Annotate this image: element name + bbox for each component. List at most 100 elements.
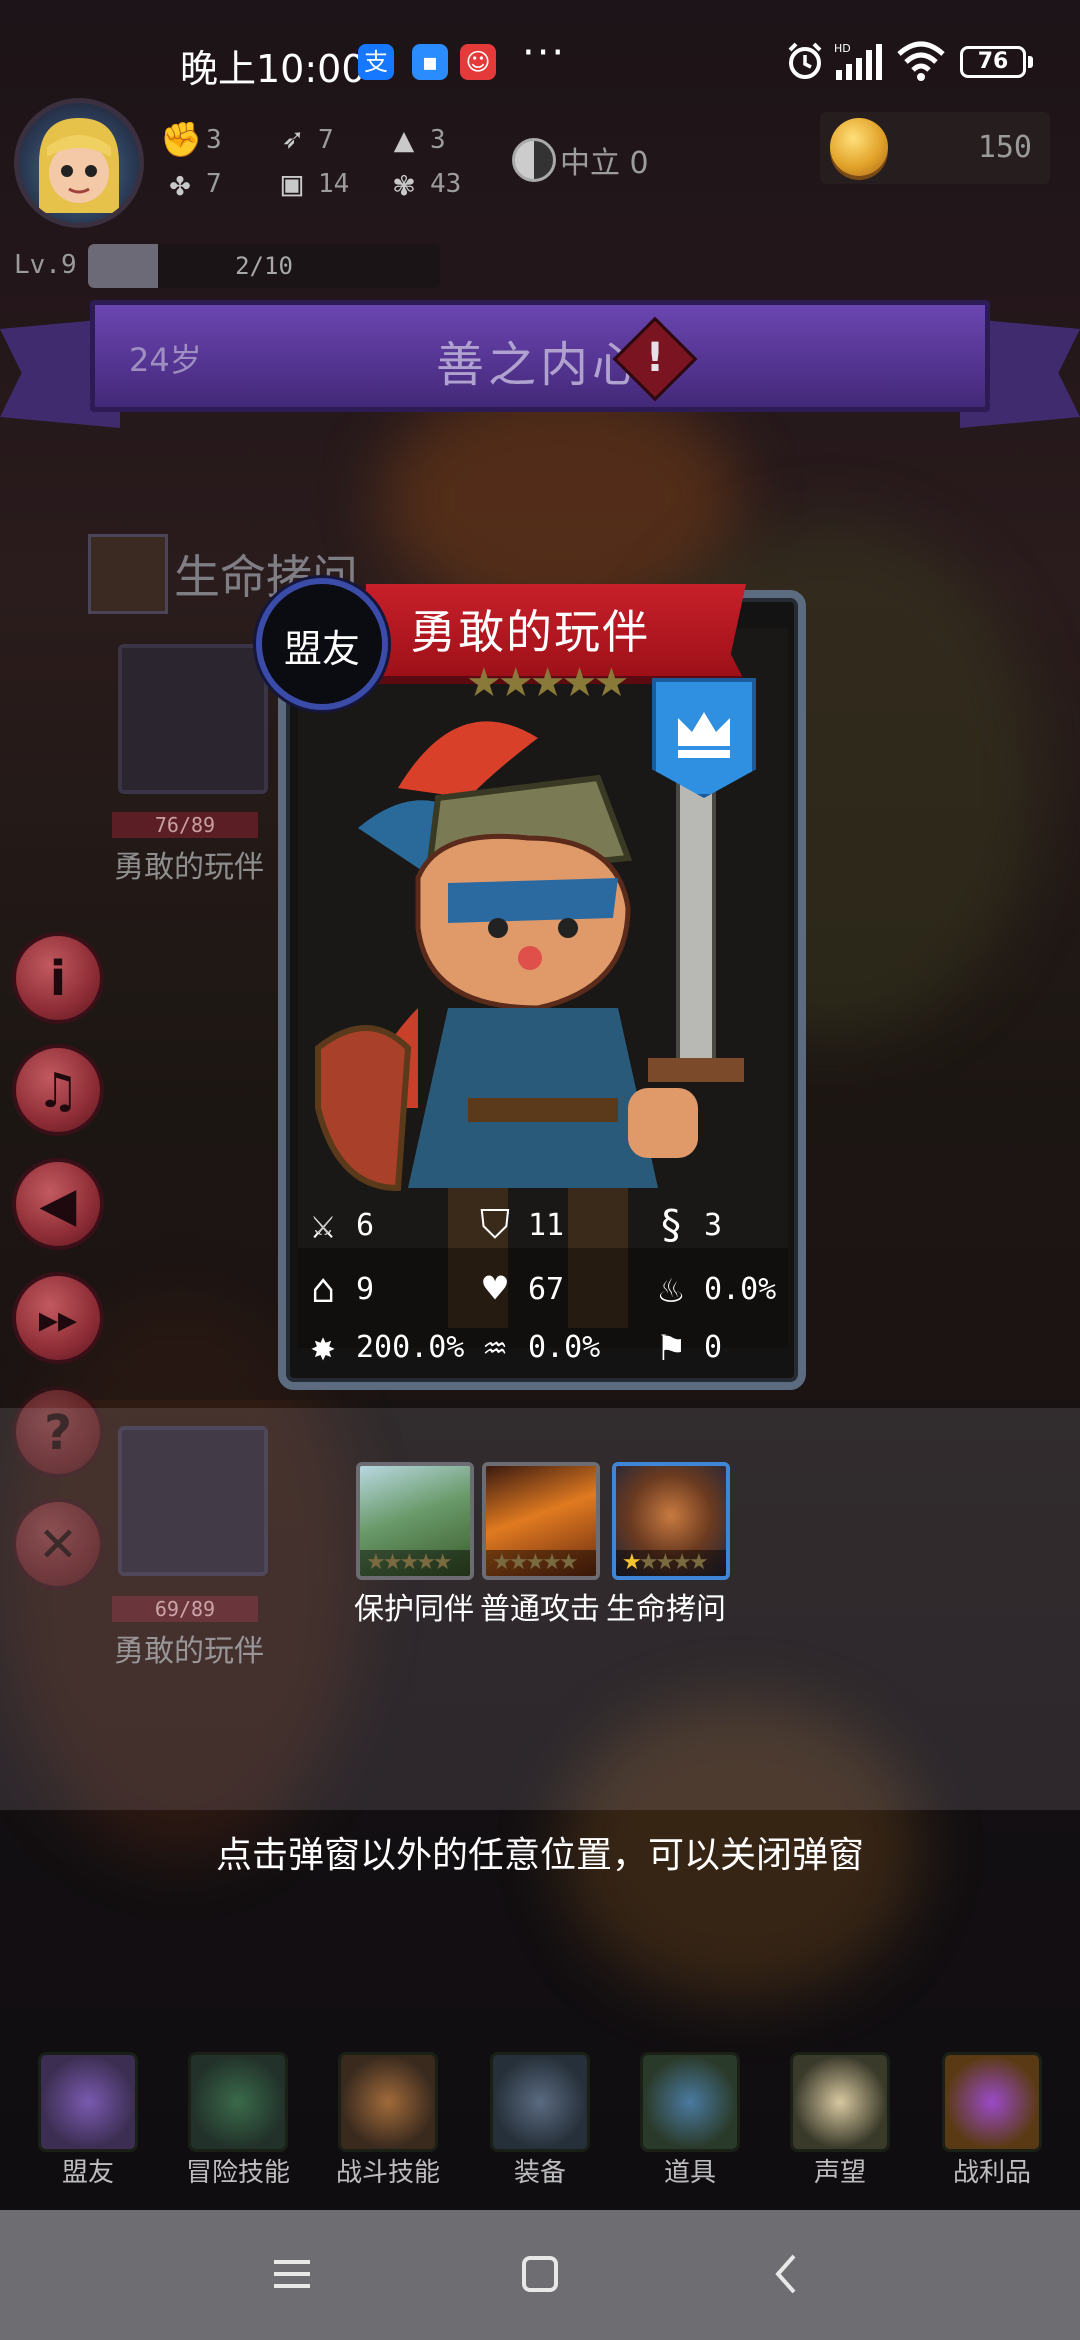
star-icon: ★ (688, 1550, 709, 1575)
card-stat-fire: ♨ 0.0% (646, 1264, 776, 1314)
card-stat-hp: ♥ 67 (470, 1264, 564, 1314)
card-type-label: 盟友 (283, 627, 360, 671)
stat-agility: ➶ 7 (272, 120, 334, 160)
event-banner[interactable]: 24岁 善之内心 ! (90, 300, 990, 412)
skill-life-interrogation[interactable]: ★★★★★ (612, 1462, 730, 1580)
hat-icon: ▲ (393, 120, 415, 160)
card-stat-crit: ✸ 200.0% (298, 1322, 464, 1372)
status-time: 晚上10:00 (180, 47, 366, 91)
svg-text:HD: HD (834, 42, 851, 55)
alignment-indicator: 中立 0 (512, 138, 649, 182)
skill-label: 普通攻击 (480, 1592, 600, 1627)
clover-icon: ✤ (169, 164, 191, 204)
info-button[interactable]: i (12, 932, 104, 1024)
stat-value: 200.0% (356, 1329, 465, 1365)
nav-label: 战利品 (952, 2158, 1031, 2188)
nav-adventure-skills[interactable]: 冒险技能 (178, 2040, 298, 2200)
stat-value: 11 (528, 1207, 565, 1243)
alipay-icon: 支 (358, 44, 394, 80)
stat-value: 7 (206, 169, 222, 199)
nav-battle-skills[interactable]: 战斗技能 (328, 2040, 448, 2200)
book-icon (188, 2052, 288, 2152)
nav-label: 装备 (513, 2158, 566, 2188)
shield-icon: ⛉ (480, 1202, 510, 1248)
whip-icon: § (658, 1202, 684, 1248)
backpack-icon (338, 2052, 438, 2152)
battery-level: 76 (977, 49, 1009, 74)
card-stat-attack: ⚔ 6 (298, 1200, 374, 1250)
alignment-value: 中立 0 (560, 146, 649, 181)
music-button[interactable]: ♫ (12, 1044, 104, 1136)
nav-equipment[interactable]: 装备 (480, 2040, 600, 2200)
stat-value: 9 (356, 1271, 375, 1307)
burst-icon: ✸ (310, 1324, 336, 1370)
stat-value: 43 (430, 169, 462, 199)
stat-value: 67 (528, 1271, 565, 1307)
info-icon: i (49, 951, 67, 1007)
home-icon[interactable] (510, 2244, 570, 2304)
coin-counter: 150 (820, 112, 1050, 184)
skill-normal-attack[interactable]: ★★★★★ (482, 1462, 600, 1580)
nav-label: 道具 (663, 2158, 716, 2188)
xp-bar: 2/10 (88, 244, 440, 288)
system-navigation-bar (0, 2210, 1080, 2340)
player-avatar[interactable] (14, 98, 144, 228)
nav-label: 声望 (813, 2158, 866, 2188)
card-stat-speed: ⚑ 0 (646, 1322, 722, 1372)
star-icon: ★ (638, 1550, 659, 1575)
skill-stars: ★★★★★ (486, 1550, 596, 1576)
skill-stars: ★★★★★ (360, 1550, 470, 1576)
stat-luck: ✤ 7 (160, 164, 222, 204)
scroll-icon (790, 2052, 890, 2152)
sword-icon: ⚔ (310, 1202, 336, 1248)
nav-label: 战斗技能 (335, 2158, 440, 2188)
card-name: 勇敢的玩伴 (410, 605, 650, 659)
coin-value: 150 (977, 130, 1032, 165)
skill-protect-ally[interactable]: ★★★★★ (356, 1462, 474, 1580)
nav-label: 盟友 (61, 2158, 114, 2188)
tornado-icon: ♒ (482, 1324, 508, 1370)
party-hp: 76/89 (112, 812, 258, 838)
flame-icon: ♨ (658, 1266, 684, 1312)
battery-icon: 76 (960, 46, 1026, 78)
battery-nub (1028, 56, 1033, 68)
party-card[interactable] (118, 644, 268, 794)
nav-items[interactable]: 道具 (630, 2040, 750, 2200)
star-icon: ★ (622, 1550, 642, 1575)
boot-icon: ⚑ (658, 1324, 684, 1370)
star-icon: ★ (655, 1550, 675, 1575)
coin-icon (830, 118, 888, 176)
nav-allies[interactable]: 盟友 (28, 2040, 148, 2200)
menu-icon[interactable] (262, 2244, 322, 2304)
signal-icon: HD (834, 42, 882, 80)
nav-reputation[interactable]: 声望 (780, 2040, 900, 2200)
status-bar: 晚上10:00 支 ▪ ☺ ··· HD 76 (0, 0, 1080, 110)
armor-icon: ▣ (281, 164, 303, 204)
music-icon: ♫ (36, 1063, 80, 1119)
chest-icon (942, 2052, 1042, 2152)
stat-value: 3 (430, 125, 446, 155)
nav-loot[interactable]: 战利品 (932, 2040, 1052, 2200)
red-app-icon: ☺ (460, 44, 496, 80)
alarm-icon (788, 42, 822, 79)
fast-forward-button[interactable]: ▸▸ (12, 1272, 104, 1364)
card-stat-magic: ⌂ 9 (298, 1264, 374, 1314)
stat-defense: ▣ 14 (272, 164, 350, 204)
crossed-swords-icon (490, 2052, 590, 2152)
level-label: Lv.9 (14, 250, 77, 280)
xp-text: 2/10 (235, 252, 293, 280)
gloves-icon (38, 2052, 138, 2152)
banner-title: 善之内心 (435, 337, 644, 393)
alert-icon: ! (645, 335, 665, 381)
wifi-icon (897, 41, 945, 81)
close-hint: 点击弹窗以外的任意位置，可以关闭弹窗 (215, 1835, 864, 1876)
fast-forward-icon: ▸▸ (38, 1297, 78, 1341)
stat-value: 3 (206, 125, 222, 155)
more-notifications-icon: ··· (522, 30, 567, 76)
star-icon: ★ (672, 1550, 692, 1575)
card-stat-whip: § 3 (646, 1200, 722, 1250)
sound-button[interactable]: ◀ (12, 1158, 104, 1250)
amulet-icon (640, 2052, 740, 2152)
back-icon[interactable] (758, 2244, 818, 2304)
heart-icon: ♥ (482, 1266, 508, 1312)
